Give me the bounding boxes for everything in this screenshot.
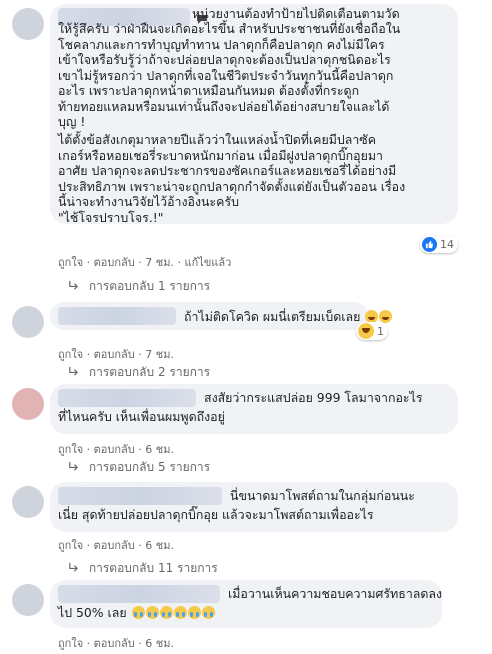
grinning-emoji-icon — [379, 310, 393, 323]
comment-text-line: ที่ไหนครับ เห็นเพื่อนผมพูดถึงอยู่ — [58, 409, 225, 424]
comment-text-line: เข้าใจหรือรับรู้ว่าถ้าจะปล่อยปลาดุกจะต้อ… — [58, 52, 391, 67]
view-replies-link[interactable]: การตอบกลับ 2 รายการ — [68, 363, 210, 382]
reply-link[interactable]: ตอบกลับ — [94, 256, 135, 269]
commenter-name[interactable] — [58, 307, 176, 325]
comment-text-line: บุญ ! — [58, 114, 86, 129]
laugh-icon — [358, 323, 374, 339]
crying-emoji-icon — [145, 606, 159, 619]
comment-actions: ถูกใจ · ตอบกลับ · 6 ชม. — [58, 539, 174, 552]
commenter-name[interactable] — [58, 585, 220, 603]
reply-arrow-icon — [69, 280, 79, 290]
like-link[interactable]: ถูกใจ — [58, 637, 83, 650]
comment-actions: ถูกใจ · ตอบกลับ · 7 ชม. · แก้ไขแล้ว — [58, 256, 232, 269]
comment-actions: ถูกใจ · ตอบกลับ · 6 ชม. — [58, 637, 174, 650]
reply-link[interactable]: ตอบกลับ — [94, 443, 135, 456]
avatar[interactable] — [12, 486, 44, 518]
reply-link[interactable]: ตอบกลับ — [94, 348, 135, 361]
comment-text-line: ให้รู้สึครับ ว่าฝ่าฝืนจะเกิดอะไรขึ้น สำห… — [58, 21, 401, 36]
avatar[interactable] — [12, 306, 44, 338]
comment-text-line: นี่ขนาดมาโพสต์ถามในกลุ่มก่อนนะ — [230, 488, 415, 503]
comment-text-line: เกอร์หรือหอยเชอรี่ระบาดหนักมาก่อน เมื่อม… — [58, 148, 383, 163]
timestamp[interactable]: 7 ชม. — [145, 256, 174, 269]
comment-text-line: เขาไม่รู้หรอกว่า ปลาดุกที่เจอในชีวิตประจ… — [58, 68, 394, 83]
comment-text-line: อะไร เพราะปลาดุกหน้าตาเหมือนกันหมด ต้องต… — [58, 83, 360, 98]
comment-text-line: ประสิทธิภาพ เพราะน่าจะถูกปลาดุกกำจัดตั้ง… — [58, 179, 406, 194]
comment-actions: ถูกใจ · ตอบกลับ · 6 ชม. — [58, 443, 174, 456]
view-replies-link[interactable]: การตอบกลับ 5 รายการ — [68, 458, 210, 477]
like-link[interactable]: ถูกใจ — [58, 443, 83, 456]
comment-text-line: ไป 50% เลย — [58, 605, 215, 621]
thumbs-up-icon — [422, 237, 437, 252]
commenter-name[interactable] — [58, 389, 196, 407]
reaction-count[interactable]: 14 — [420, 236, 458, 253]
comment-text-line: ท้ายทอยแหลมหรือมนเท่านั้นถึงจะปล่อยได้อย… — [58, 99, 390, 114]
timestamp[interactable]: 6 ชม. — [145, 637, 174, 650]
reply-arrow-icon — [69, 562, 79, 572]
comment-text-line: เมื่อวานเห็นความชอบความศรัทธาลดลง — [228, 586, 443, 601]
comment-text-line: ไต้ตั้งข้อสังเกตุมาหลายปีแล้วว่าในแหล่งน… — [58, 132, 376, 147]
comment-text-line: นี้น่าจะทำงานวิจัยไว้อ้างอิงนะครับ — [58, 194, 239, 209]
crying-emoji-icon — [131, 606, 145, 619]
reply-link[interactable]: ตอบกลับ — [94, 539, 135, 552]
crying-emoji-icon — [187, 606, 201, 619]
reaction-count[interactable]: 1 — [356, 322, 388, 340]
reply-arrow-icon — [69, 366, 79, 376]
like-link[interactable]: ถูกใจ — [58, 539, 83, 552]
view-replies-link[interactable]: การตอบกลับ 1 รายการ — [68, 277, 210, 296]
avatar[interactable] — [12, 584, 44, 616]
timestamp[interactable]: 6 ชม. — [145, 443, 174, 456]
crying-emoji-icon — [159, 606, 173, 619]
reply-arrow-icon — [69, 461, 79, 471]
timestamp[interactable]: 7 ชม. — [145, 348, 174, 361]
crying-emoji-icon — [173, 606, 187, 619]
timestamp[interactable]: 6 ชม. — [145, 539, 174, 552]
view-replies-link[interactable]: การตอบกลับ 11 รายการ — [68, 559, 218, 578]
like-link[interactable]: ถูกใจ — [58, 256, 83, 269]
comment-actions: ถูกใจ · ตอบกลับ · 7 ชม. — [58, 348, 174, 361]
commenter-name[interactable] — [58, 487, 222, 505]
comment-text-line: เนี่ย สุดท้ายปล่อยปลาดุกบิ๊กอุย แล้วจะมา… — [58, 507, 374, 522]
avatar[interactable] — [12, 388, 44, 420]
comment-text-line: สงสัยว่ากระแสปล่อย 999 โลมาจากอะไร — [204, 390, 423, 405]
reply-link[interactable]: ตอบกลับ — [94, 637, 135, 650]
like-link[interactable]: ถูกใจ — [58, 348, 83, 361]
comment-text-line: อาศัย ปลาดุกจะลดประชากรของซัคเกอร์และหอย… — [58, 163, 397, 178]
comment-text-line: โชคลาภและการทำบุญทำทาน ปลาดุกก็คือปลาดุก… — [58, 37, 385, 52]
crying-emoji-icon — [201, 606, 215, 619]
edited-label[interactable]: แก้ไขแล้ว — [184, 256, 231, 269]
comment-text-line: หน่วยงานต้องทำป้ายไปติดเตือนตามวัด — [192, 6, 400, 21]
avatar[interactable] — [12, 8, 44, 40]
comment-text-line: "ไช้โจรปราบโจร.!" — [58, 210, 164, 225]
